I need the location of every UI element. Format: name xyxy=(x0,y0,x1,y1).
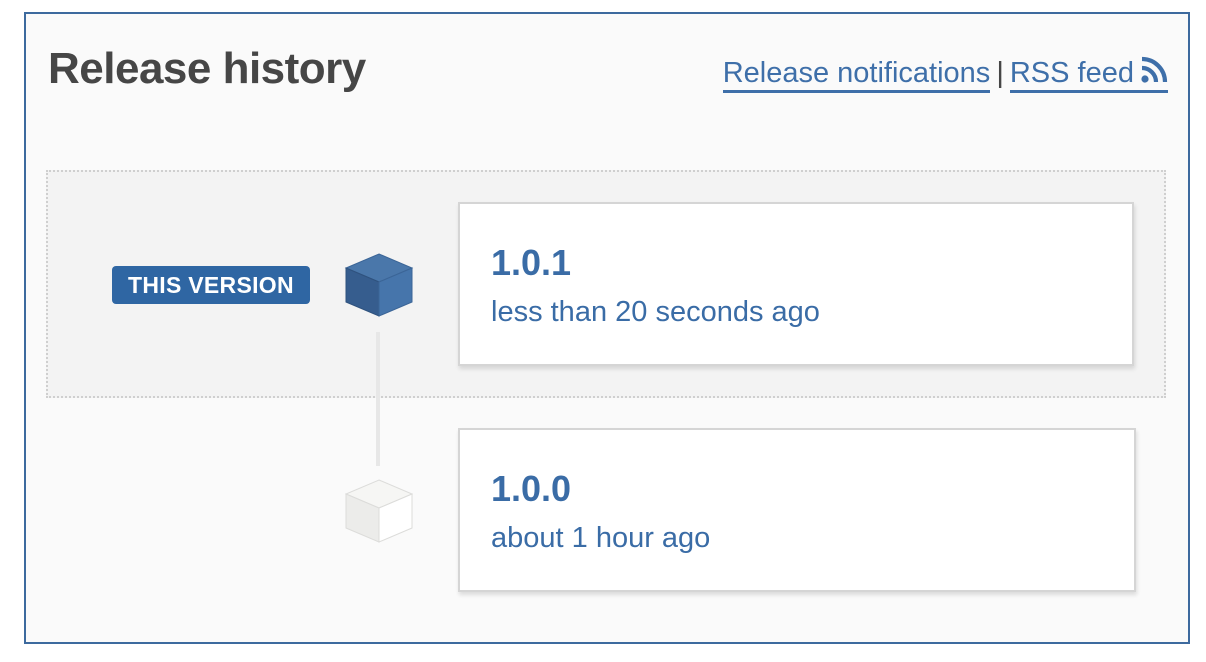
release-version: 1.0.1 xyxy=(491,242,572,283)
rss-icon xyxy=(1141,56,1168,83)
release-date: less than 20 seconds ago xyxy=(491,296,820,328)
package-cube-icon xyxy=(344,479,414,543)
timeline-connector xyxy=(376,332,380,466)
page-title: Release history xyxy=(48,44,366,93)
this-version-badge: THIS VERSION xyxy=(112,266,310,304)
release-card-1-0-1[interactable]: 1.0.1 less than 20 seconds ago xyxy=(458,202,1134,366)
link-separator: | xyxy=(996,57,1004,89)
rss-feed-link[interactable]: RSS feed xyxy=(1009,56,1168,93)
release-history-panel: Release history Release notifications | RS… xyxy=(24,12,1190,644)
release-version: 1.0.0 xyxy=(491,468,572,509)
header-links: Release notifications | RSS feed xyxy=(722,56,1168,93)
release-date: about 1 hour ago xyxy=(491,522,711,554)
release-card-1-0-0[interactable]: 1.0.0 about 1 hour ago xyxy=(458,428,1136,592)
rss-feed-label: RSS feed xyxy=(1009,57,1134,89)
package-cube-icon xyxy=(344,253,414,317)
release-notifications-link[interactable]: Release notifications xyxy=(722,57,991,93)
